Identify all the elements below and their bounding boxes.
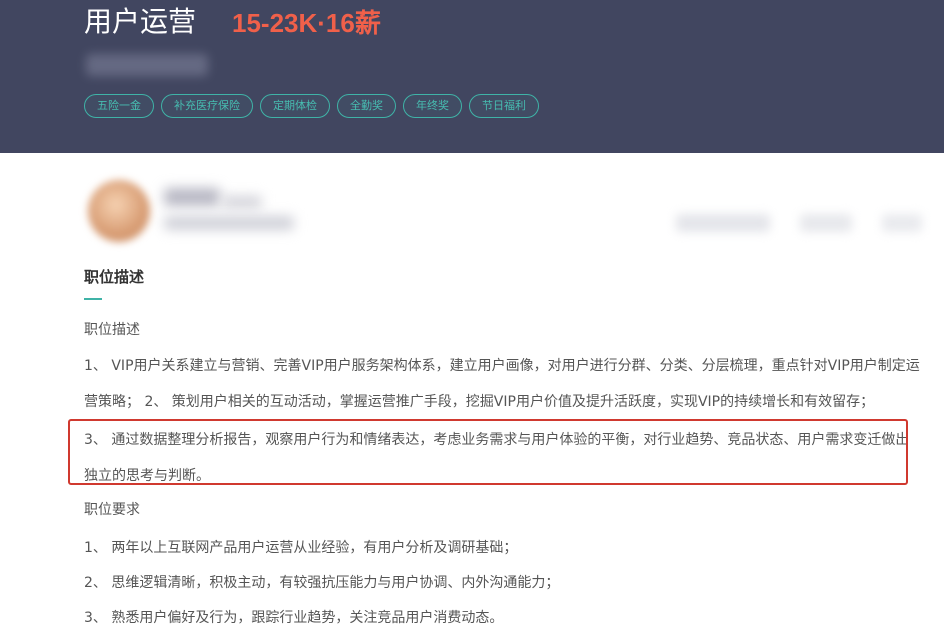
benefit-tags: 五险一金 补充医疗保险 定期体检 全勤奖 年终奖 节日福利 bbox=[84, 94, 539, 118]
section-underline bbox=[84, 298, 102, 300]
description-line: 1、 VIP用户关系建立与营销、完善VIP用户服务架构体系，建立用户画像，对用户… bbox=[84, 358, 920, 374]
requirements-heading: 职位要求 bbox=[84, 502, 140, 518]
job-salary: 15-23K·16薪 bbox=[232, 8, 381, 38]
blurred-action-button[interactable] bbox=[882, 214, 922, 232]
blurred-action-button[interactable] bbox=[676, 214, 770, 232]
blurred-job-subtitle bbox=[86, 54, 208, 76]
benefit-tag: 年终奖 bbox=[403, 94, 462, 118]
benefit-tag: 定期体检 bbox=[260, 94, 330, 118]
highlight-box bbox=[68, 419, 908, 485]
blurred-company-name bbox=[164, 188, 220, 206]
benefit-tag: 补充医疗保险 bbox=[161, 94, 253, 118]
blurred-company-info bbox=[164, 216, 294, 230]
requirement-line: 1、 两年以上互联网产品用户运营从业经验，有用户分析及调研基础； bbox=[84, 540, 518, 556]
description-heading: 职位描述 bbox=[84, 322, 140, 338]
job-header: 用户运营 15-23K·16薪 五险一金 补充医疗保险 定期体检 全勤奖 年终奖… bbox=[0, 0, 944, 153]
requirement-line: 2、 思维逻辑清晰，积极主动，有较强抗压能力与用户协调、内外沟通能力； bbox=[84, 575, 560, 591]
job-title: 用户运营 bbox=[84, 5, 197, 38]
description-line: 营策略； 2、 策划用户相关的互动活动，掌握运营推广手段，挖掘VIP用户价值及提… bbox=[84, 394, 875, 410]
blurred-company-tag bbox=[222, 196, 262, 208]
benefit-tag: 五险一金 bbox=[84, 94, 154, 118]
benefit-tag: 全勤奖 bbox=[337, 94, 396, 118]
requirement-line: 3、 熟悉用户偏好及行为，跟踪行业趋势，关注竞品用户消费动态。 bbox=[84, 610, 504, 626]
blurred-action-button[interactable] bbox=[800, 214, 852, 232]
benefit-tag: 节日福利 bbox=[469, 94, 539, 118]
section-title: 职位描述 bbox=[84, 268, 145, 286]
company-avatar[interactable] bbox=[88, 180, 150, 242]
